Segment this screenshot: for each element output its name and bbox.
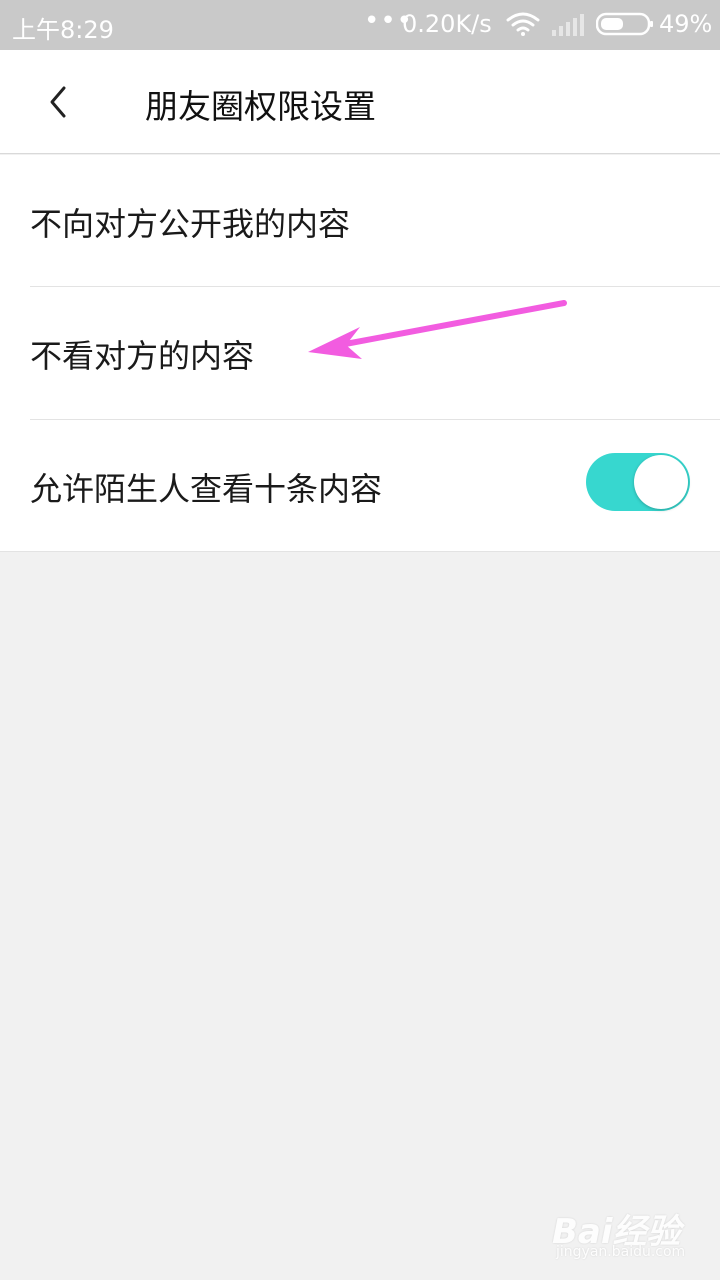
list-item-label: 不向对方公开我的内容 xyxy=(30,205,351,243)
baidu-jingyan-watermark: Bai经验 jingyan.baidu.com xyxy=(552,1200,712,1270)
back-chevron-icon xyxy=(50,86,66,118)
network-speed: 0.20K/s xyxy=(402,10,492,38)
wifi-icon xyxy=(506,12,540,42)
status-bar: 上午8:29 ••• 0.20K/s 49% xyxy=(0,0,720,50)
status-time: 上午8:29 xyxy=(12,16,114,44)
annotation-arrow-icon xyxy=(308,300,567,359)
battery-percent: 49% xyxy=(659,10,713,38)
page-title: 朋友圈权限设置 xyxy=(145,87,376,126)
list-item-label: 允许陌生人查看十条内容 xyxy=(30,470,383,508)
battery-icon xyxy=(595,12,654,42)
signal-icon xyxy=(552,14,584,42)
list-item-label: 不看对方的内容 xyxy=(30,337,255,375)
watermark-url: jingyan.baidu.com xyxy=(556,1244,686,1260)
list-item-hide-my-content[interactable]: 不向对方公开我的内容 xyxy=(0,155,720,287)
back-button[interactable] xyxy=(30,74,86,130)
toggle-knob xyxy=(634,455,688,509)
allow-strangers-toggle[interactable] xyxy=(586,453,690,511)
header: 朋友圈权限设置 xyxy=(0,50,720,154)
